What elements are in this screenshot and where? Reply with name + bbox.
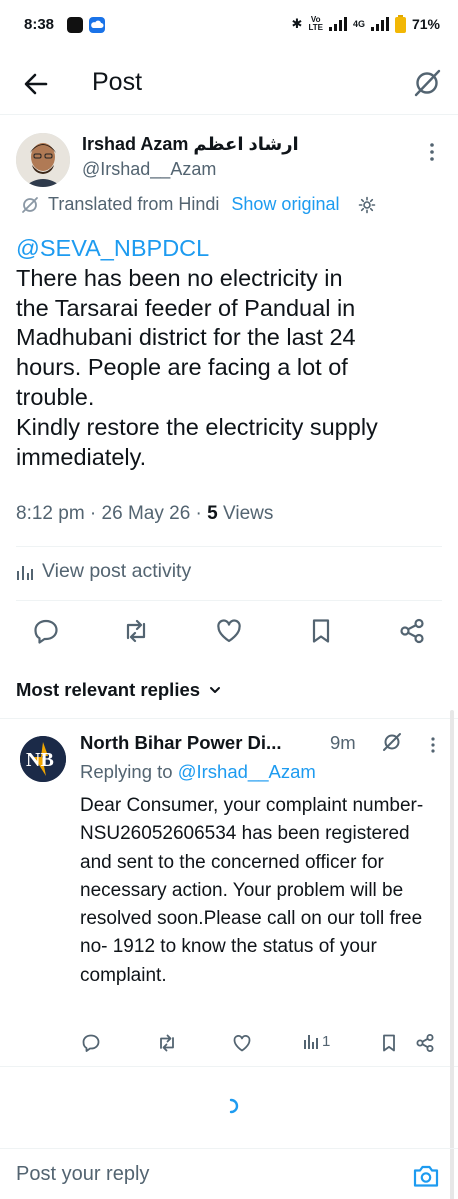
- compose-reply-bar: [0, 1148, 458, 1199]
- bookmark-icon[interactable]: [378, 1032, 400, 1054]
- replying-to-handle[interactable]: @Irshad__Azam: [178, 761, 316, 782]
- post-body-text: There has been no electricity in the Tar…: [16, 264, 378, 470]
- post-activity-link[interactable]: View post activity: [16, 560, 191, 583]
- grok-slash-icon[interactable]: [380, 730, 404, 754]
- translated-label: Translated from Hindi: [48, 194, 220, 214]
- mention-link[interactable]: @SEVA_NBPDCL: [16, 234, 446, 264]
- reply-views[interactable]: 1: [303, 1032, 330, 1050]
- author-handle[interactable]: @Irshad__Azam: [82, 159, 216, 180]
- like-heart-icon[interactable]: [214, 616, 244, 646]
- activity-divider: [16, 600, 442, 601]
- views-count: 5: [207, 503, 218, 524]
- post-time: 8:12 pm: [16, 503, 85, 524]
- repost-icon[interactable]: [121, 616, 151, 646]
- camera-icon[interactable]: [412, 1163, 440, 1189]
- status-bar: 8:38 ✱ Vo LTE 4G 71%: [0, 0, 458, 52]
- signal-1-icon: [328, 17, 347, 31]
- author-name[interactable]: Irshad Azam ارشاد اعظم: [82, 134, 299, 155]
- post-text: @SEVA_NBPDCL There has been no electricit…: [16, 234, 446, 472]
- chevron-down-icon: [208, 683, 222, 697]
- replies-divider: [0, 718, 458, 719]
- share-icon[interactable]: [397, 616, 427, 646]
- status-indicators: ✱ Vo LTE 4G 71%: [292, 15, 440, 33]
- translate-grok-icon: [20, 195, 40, 215]
- post-action-bar: [0, 612, 458, 650]
- page-title: Post: [92, 68, 143, 96]
- notification-icon: [67, 17, 83, 33]
- like-heart-icon[interactable]: [231, 1032, 253, 1054]
- translation-row: Translated from Hindi Show original: [20, 194, 377, 215]
- share-icon[interactable]: [414, 1032, 436, 1054]
- post-date: 26 May 26: [101, 503, 191, 524]
- gear-icon[interactable]: [357, 195, 377, 215]
- replying-to-label: Replying to: [80, 761, 173, 782]
- loading-spinner-icon: [224, 1096, 242, 1116]
- show-original-link[interactable]: Show original: [231, 194, 339, 215]
- volte-bottom: LTE: [308, 23, 323, 32]
- replies-sort-label: Most relevant replies: [16, 679, 201, 700]
- author-avatar[interactable]: [16, 133, 70, 187]
- scrollbar[interactable]: [450, 710, 454, 1199]
- replying-to: Replying to @Irshad__Azam: [80, 761, 316, 783]
- network-type: 4G: [352, 19, 365, 29]
- reply-divider: [0, 1066, 458, 1067]
- status-time: 8:38: [24, 16, 55, 33]
- reply-action-bar: 1: [80, 1030, 442, 1056]
- repost-icon[interactable]: [156, 1032, 178, 1054]
- grok-slash-icon[interactable]: [410, 66, 444, 100]
- cloud-app-icon: [89, 17, 105, 33]
- reply-author-name[interactable]: North Bihar Power Di...: [80, 732, 281, 754]
- bookmark-icon[interactable]: [306, 616, 336, 646]
- reply-time: 9m: [330, 732, 356, 753]
- bluetooth-icon: ✱: [291, 16, 303, 31]
- post-meta: 8:12 pm · 26 May 26 · 5 Views: [16, 503, 274, 524]
- views-label: Views: [223, 503, 274, 524]
- replies-sort-dropdown[interactable]: Most relevant replies: [16, 679, 222, 701]
- reply-views-count: 1: [322, 1032, 331, 1050]
- more-vertical-icon[interactable]: [422, 140, 442, 164]
- analytics-icon: [303, 1032, 319, 1050]
- activity-label: View post activity: [42, 560, 192, 582]
- reply-author-avatar[interactable]: NB: [20, 736, 66, 782]
- reply-input[interactable]: [16, 1163, 396, 1186]
- header-divider: [0, 114, 458, 115]
- meta-divider: [16, 546, 442, 547]
- arrow-left-icon[interactable]: [20, 68, 52, 100]
- volte-badge: Vo LTE: [308, 16, 323, 32]
- signal-2-icon: [370, 17, 389, 31]
- battery-icon: [394, 15, 406, 33]
- top-app-bar: Post: [0, 52, 458, 114]
- analytics-icon: [16, 563, 34, 581]
- reply-icon[interactable]: [80, 1032, 102, 1054]
- reply-more-icon[interactable]: [424, 735, 442, 755]
- reply-text: Dear Consumer, your complaint number- NS…: [80, 795, 424, 986]
- reply-icon[interactable]: [31, 616, 61, 646]
- battery-level: 71%: [411, 16, 440, 32]
- reply-avatar-letters: NB: [26, 749, 54, 771]
